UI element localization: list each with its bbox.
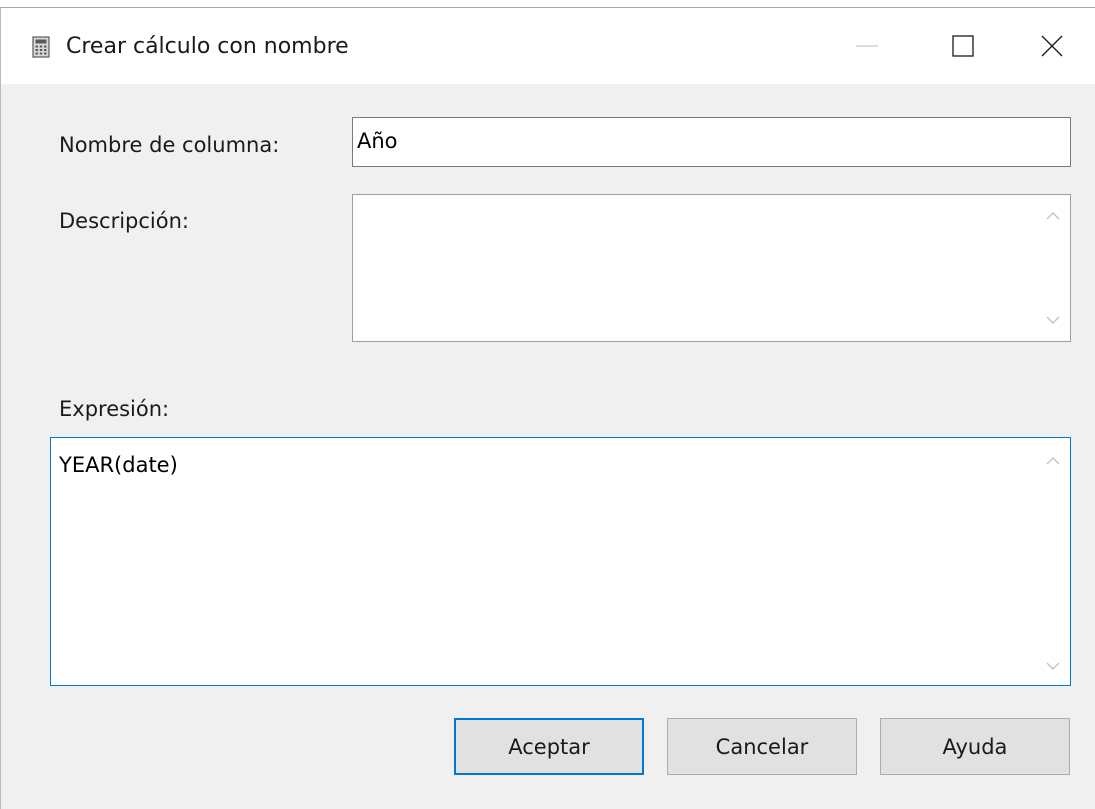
- expression-scrollbar[interactable]: [1036, 438, 1070, 685]
- column-name-label: Nombre de columna:: [59, 133, 280, 157]
- ok-button[interactable]: Aceptar: [454, 718, 644, 775]
- column-name-value: Año: [357, 129, 398, 153]
- expression-value: YEAR(date): [59, 453, 178, 477]
- window-top-edge: [0, 0, 1095, 8]
- description-textarea[interactable]: [352, 194, 1071, 342]
- minimize-button[interactable]: [832, 8, 902, 84]
- help-button[interactable]: Ayuda: [880, 718, 1070, 775]
- close-icon: [1041, 35, 1063, 57]
- minimize-icon: [856, 45, 878, 47]
- close-button[interactable]: [1017, 8, 1087, 84]
- column-name-input[interactable]: Año: [352, 117, 1071, 167]
- title-bar[interactable]: Crear cálculo con nombre: [1, 8, 1095, 84]
- scroll-up-button[interactable]: [1036, 446, 1070, 476]
- chevron-down-icon: [1046, 662, 1060, 670]
- scroll-down-button[interactable]: [1036, 305, 1070, 335]
- expression-textarea[interactable]: YEAR(date): [50, 437, 1071, 686]
- chevron-down-icon: [1046, 316, 1060, 324]
- description-label: Descripción:: [59, 209, 189, 233]
- chevron-up-icon: [1046, 457, 1060, 465]
- cancel-button[interactable]: Cancelar: [667, 718, 857, 775]
- maximize-button[interactable]: [928, 8, 998, 84]
- maximize-icon: [952, 35, 974, 57]
- window-title: Crear cálculo con nombre: [66, 34, 349, 59]
- scroll-down-button[interactable]: [1036, 651, 1070, 681]
- chevron-up-icon: [1046, 212, 1060, 220]
- calculator-icon: [32, 36, 50, 58]
- expression-label: Expresión:: [59, 397, 170, 421]
- description-scrollbar[interactable]: [1036, 195, 1070, 341]
- scroll-up-button[interactable]: [1036, 201, 1070, 231]
